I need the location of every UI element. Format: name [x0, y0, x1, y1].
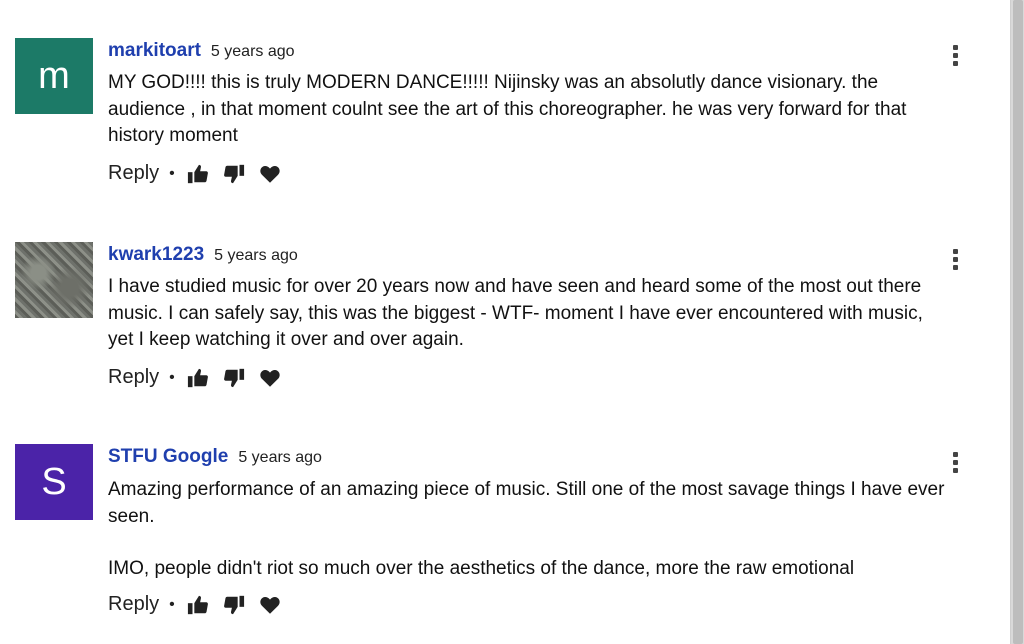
- author-name[interactable]: markitoart: [108, 40, 201, 62]
- more-vert-icon[interactable]: [945, 244, 965, 274]
- author-name[interactable]: kwark1223: [108, 244, 204, 266]
- scrollbar-thumb[interactable]: [1013, 0, 1023, 644]
- separator-dot: •: [169, 164, 175, 182]
- comment-header: STFU Google 5 years ago: [108, 446, 322, 468]
- avatar[interactable]: m: [15, 38, 93, 114]
- more-vert-icon[interactable]: [945, 447, 965, 477]
- heart-icon[interactable]: [259, 367, 281, 389]
- reply-button[interactable]: Reply: [108, 593, 159, 616]
- thumbs-up-icon[interactable]: [187, 163, 209, 185]
- separator-dot: •: [169, 368, 175, 386]
- comment-text: Amazing performance of an amazing piece …: [108, 477, 948, 583]
- thumbs-down-icon[interactable]: [223, 163, 245, 185]
- reply-button[interactable]: Reply: [108, 366, 159, 389]
- avatar[interactable]: [15, 242, 93, 318]
- thumbs-up-icon[interactable]: [187, 367, 209, 389]
- thumbs-down-icon[interactable]: [223, 367, 245, 389]
- heart-icon[interactable]: [259, 594, 281, 616]
- comment-header: kwark1223 5 years ago: [108, 244, 298, 266]
- separator-dot: •: [169, 595, 175, 613]
- comment-time[interactable]: 5 years ago: [211, 43, 295, 61]
- comment-time[interactable]: 5 years ago: [238, 449, 322, 467]
- thumbs-up-icon[interactable]: [187, 594, 209, 616]
- reply-button[interactable]: Reply: [108, 162, 159, 185]
- comment-text: MY GOD!!!! this is truly MODERN DANCE!!!…: [108, 70, 948, 150]
- comment-paragraph: Amazing performance of an amazing piece …: [108, 479, 945, 527]
- avatar-letter: m: [38, 54, 70, 97]
- comment-actions: Reply •: [108, 593, 295, 616]
- thumbs-down-icon[interactable]: [223, 594, 245, 616]
- comment-paragraph: I have studied music for over 20 years n…: [108, 276, 923, 350]
- more-vert-icon[interactable]: [945, 40, 965, 70]
- comment-header: markitoart 5 years ago: [108, 40, 295, 62]
- avatar[interactable]: S: [15, 444, 93, 520]
- comment-paragraph: MY GOD!!!! this is truly MODERN DANCE!!!…: [108, 72, 907, 146]
- comment-time[interactable]: 5 years ago: [214, 247, 298, 265]
- scrollbar-track[interactable]: [1010, 0, 1024, 644]
- comment-text: I have studied music for over 20 years n…: [108, 274, 948, 354]
- comment-actions: Reply •: [108, 162, 295, 185]
- avatar-letter: S: [41, 460, 67, 503]
- heart-icon[interactable]: [259, 163, 281, 185]
- comment-paragraph: IMO, people didn't riot so much over the…: [108, 558, 855, 579]
- author-name[interactable]: STFU Google: [108, 446, 228, 468]
- comment-actions: Reply •: [108, 366, 295, 389]
